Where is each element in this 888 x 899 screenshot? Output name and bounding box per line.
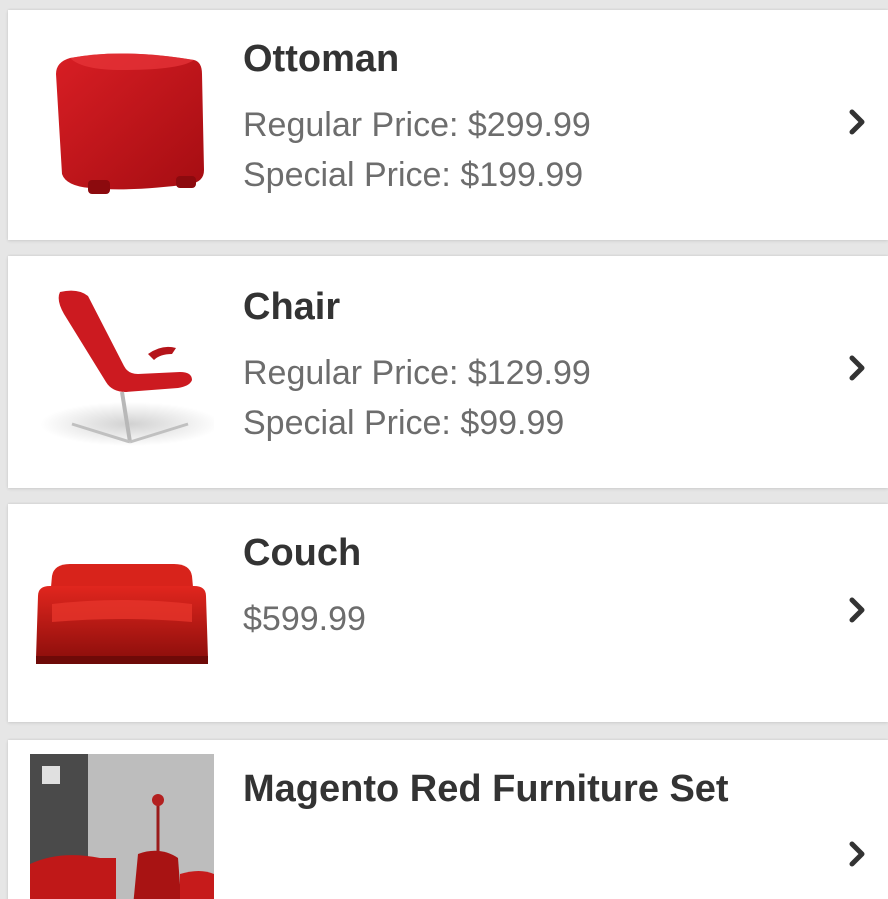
furniture-set-image bbox=[30, 754, 214, 899]
regular-price: Regular Price: $129.99 bbox=[243, 354, 591, 392]
product-row-furniture-set[interactable]: Magento Red Furniture Set bbox=[8, 740, 888, 899]
chevron-right-icon[interactable] bbox=[846, 102, 870, 142]
price: $599.99 bbox=[243, 600, 366, 638]
chevron-right-icon[interactable] bbox=[846, 590, 870, 630]
product-row-ottoman[interactable]: Ottoman Regular Price: $299.99 Special P… bbox=[8, 10, 888, 240]
product-row-chair[interactable]: Chair Regular Price: $129.99 Special Pri… bbox=[8, 256, 888, 488]
product-info: Magento Red Furniture Set bbox=[243, 760, 808, 828]
regular-price: Regular Price: $299.99 bbox=[243, 106, 591, 144]
product-info: Chair Regular Price: $129.99 Special Pri… bbox=[243, 280, 808, 448]
chair-image bbox=[30, 274, 214, 458]
product-list: Ottoman Regular Price: $299.99 Special P… bbox=[0, 0, 888, 899]
product-info: Ottoman Regular Price: $299.99 Special P… bbox=[243, 32, 808, 200]
product-name: Chair bbox=[243, 286, 341, 328]
special-price: Special Price: $199.99 bbox=[243, 156, 584, 194]
special-price: Special Price: $99.99 bbox=[243, 404, 565, 442]
ottoman-image bbox=[30, 30, 214, 214]
product-name: Magento Red Furniture Set bbox=[243, 768, 729, 810]
product-row-couch[interactable]: Couch $599.99 bbox=[8, 504, 888, 722]
product-name: Couch bbox=[243, 532, 362, 574]
chevron-right-icon[interactable] bbox=[846, 348, 870, 388]
product-info: Couch $599.99 bbox=[243, 526, 808, 644]
couch-image bbox=[30, 518, 214, 702]
product-name: Ottoman bbox=[243, 38, 400, 80]
chevron-right-icon[interactable] bbox=[846, 834, 870, 874]
